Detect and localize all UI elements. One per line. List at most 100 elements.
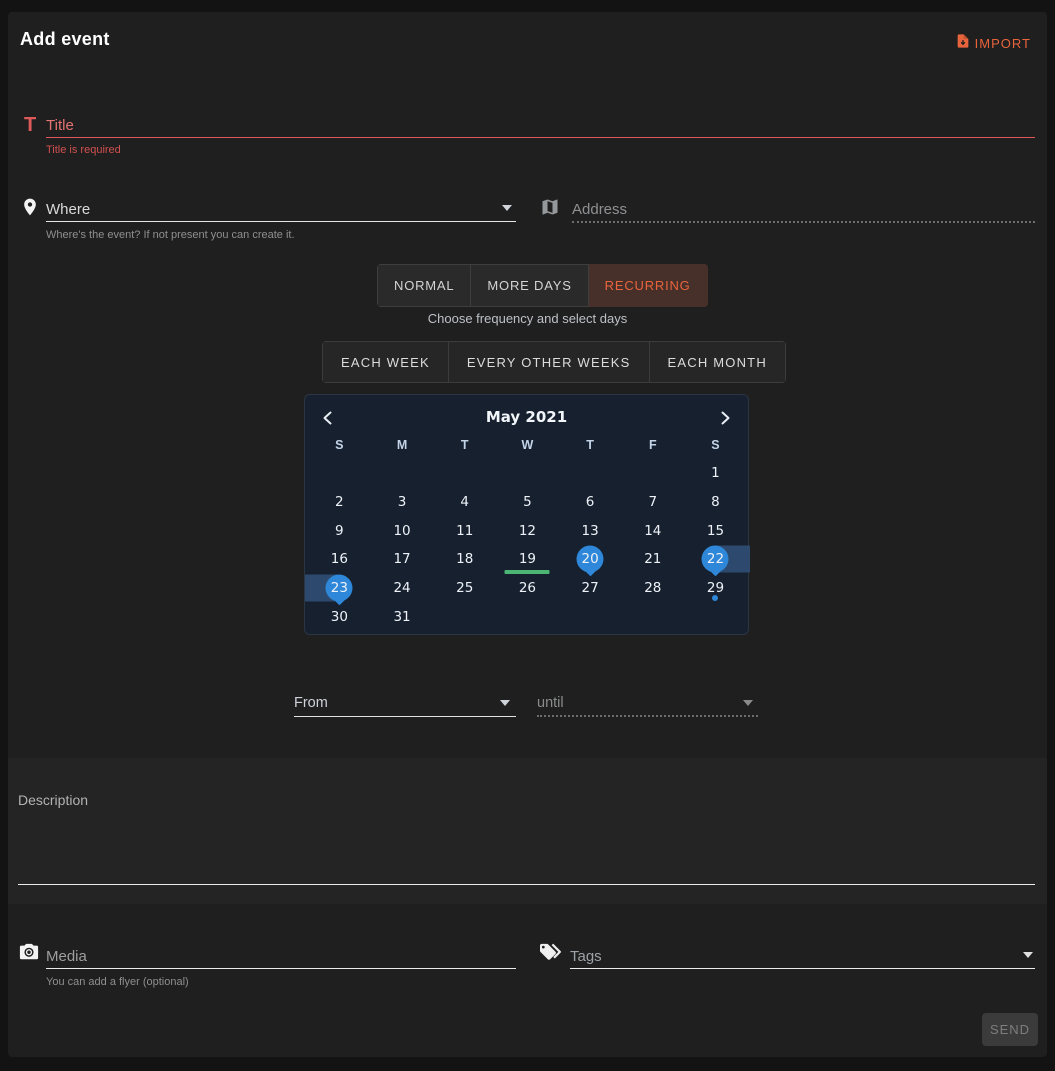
calendar-day-9[interactable]: 9 [308, 516, 371, 545]
day-number: 29 [707, 580, 724, 596]
location-pin-icon [20, 196, 40, 223]
calendar-day-2[interactable]: 2 [308, 488, 371, 517]
calendar-day-empty [621, 602, 684, 631]
where-select[interactable]: Where [46, 201, 90, 218]
day-number: 13 [582, 523, 599, 539]
calendar-day-13[interactable]: 13 [559, 516, 622, 545]
calendar-day-1[interactable]: 1 [684, 459, 747, 488]
day-number: 26 [519, 580, 536, 596]
calendar-day-10[interactable]: 10 [371, 516, 434, 545]
calendar-day-7[interactable]: 7 [621, 488, 684, 517]
from-time-select[interactable]: From [294, 695, 328, 711]
calendar: May 2021 SMTWTFS 12345678910111213141516… [304, 394, 749, 635]
file-import-icon [955, 32, 971, 55]
weekday-label: F [621, 433, 684, 457]
title-underline [46, 137, 1035, 138]
day-number: 4 [460, 494, 469, 510]
calendar-next-month-button[interactable] [714, 407, 736, 429]
day-number: 3 [398, 494, 407, 510]
today-underline [505, 570, 550, 574]
calendar-day-22[interactable]: 22 [684, 545, 747, 574]
frequency-button-group: EACH WEEK EVERY OTHER WEEKS EACH MONTH [322, 341, 786, 383]
calendar-day-empty [371, 459, 434, 488]
calendar-day-26[interactable]: 26 [496, 574, 559, 603]
day-number: 19 [519, 551, 536, 567]
calendar-day-11[interactable]: 11 [433, 516, 496, 545]
calendar-day-empty [308, 459, 371, 488]
calendar-day-12[interactable]: 12 [496, 516, 559, 545]
calendar-day-empty [496, 459, 559, 488]
calendar-day-3[interactable]: 3 [371, 488, 434, 517]
calendar-day-21[interactable]: 21 [621, 545, 684, 574]
tags-select[interactable]: Tags [570, 948, 602, 965]
until-underline [537, 715, 758, 717]
calendar-day-empty [621, 459, 684, 488]
add-event-dialog: Add event IMPORT T Title Title is requir… [8, 12, 1047, 1057]
calendar-day-8[interactable]: 8 [684, 488, 747, 517]
send-button[interactable]: SEND [982, 1013, 1038, 1046]
calendar-day-empty [684, 602, 747, 631]
day-number: 20 [582, 551, 599, 567]
media-underline [46, 968, 516, 969]
calendar-day-empty [433, 459, 496, 488]
where-helper-text: Where's the event? If not present you ca… [46, 229, 295, 241]
weekday-label: W [496, 433, 559, 457]
calendar-weekday-row: SMTWTFS [308, 433, 747, 457]
where-underline [46, 221, 516, 222]
day-number: 9 [335, 523, 344, 539]
day-number: 16 [331, 551, 348, 567]
calendar-day-24[interactable]: 24 [371, 574, 434, 603]
calendar-day-16[interactable]: 16 [308, 545, 371, 574]
calendar-day-29[interactable]: 29 [684, 574, 747, 603]
day-number: 7 [648, 494, 657, 510]
every-other-weeks-button[interactable]: EVERY OTHER WEEKS [449, 341, 650, 383]
day-number: 18 [456, 551, 473, 567]
tab-normal[interactable]: NORMAL [377, 264, 471, 307]
from-underline [294, 716, 516, 717]
day-number: 6 [586, 494, 595, 510]
calendar-day-28[interactable]: 28 [621, 574, 684, 603]
until-dropdown-arrow-icon[interactable] [743, 700, 753, 706]
day-number: 28 [644, 580, 661, 596]
where-dropdown-arrow-icon[interactable] [502, 205, 512, 211]
media-input[interactable]: Media [46, 948, 87, 965]
frequency-helper-text: Choose frequency and select days [8, 311, 1047, 326]
calendar-day-14[interactable]: 14 [621, 516, 684, 545]
until-time-select[interactable]: until [537, 695, 564, 711]
import-button[interactable]: IMPORT [955, 32, 1031, 55]
calendar-day-25[interactable]: 25 [433, 574, 496, 603]
calendar-day-20[interactable]: 20 [559, 545, 622, 574]
calendar-day-19[interactable]: 19 [496, 545, 559, 574]
calendar-day-27[interactable]: 27 [559, 574, 622, 603]
calendar-day-31[interactable]: 31 [371, 602, 434, 631]
media-helper-text: You can add a flyer (optional) [46, 976, 189, 988]
map-icon [540, 196, 560, 223]
day-number: 30 [331, 609, 348, 625]
tab-more-days[interactable]: MORE DAYS [471, 264, 588, 307]
calendar-day-15[interactable]: 15 [684, 516, 747, 545]
calendar-day-18[interactable]: 18 [433, 545, 496, 574]
description-input[interactable]: Description [8, 758, 1047, 904]
day-number: 21 [644, 551, 661, 567]
day-number: 2 [335, 494, 344, 510]
from-dropdown-arrow-icon[interactable] [500, 700, 510, 706]
tags-dropdown-arrow-icon[interactable] [1023, 952, 1033, 958]
description-underline [18, 884, 1035, 885]
day-number: 8 [711, 494, 720, 510]
address-input[interactable]: Address [572, 201, 627, 218]
calendar-day-6[interactable]: 6 [559, 488, 622, 517]
tab-recurring[interactable]: RECURRING [589, 264, 708, 307]
calendar-day-5[interactable]: 5 [496, 488, 559, 517]
each-week-button[interactable]: EACH WEEK [322, 341, 449, 383]
title-input[interactable]: Title [46, 117, 74, 134]
each-month-button[interactable]: EACH MONTH [650, 341, 786, 383]
calendar-day-30[interactable]: 30 [308, 602, 371, 631]
address-underline [572, 221, 1035, 223]
calendar-day-23[interactable]: 23 [308, 574, 371, 603]
calendar-day-17[interactable]: 17 [371, 545, 434, 574]
day-number: 27 [582, 580, 599, 596]
calendar-day-empty [559, 459, 622, 488]
calendar-day-4[interactable]: 4 [433, 488, 496, 517]
calendar-day-empty [559, 602, 622, 631]
title-icon: T [24, 114, 36, 137]
